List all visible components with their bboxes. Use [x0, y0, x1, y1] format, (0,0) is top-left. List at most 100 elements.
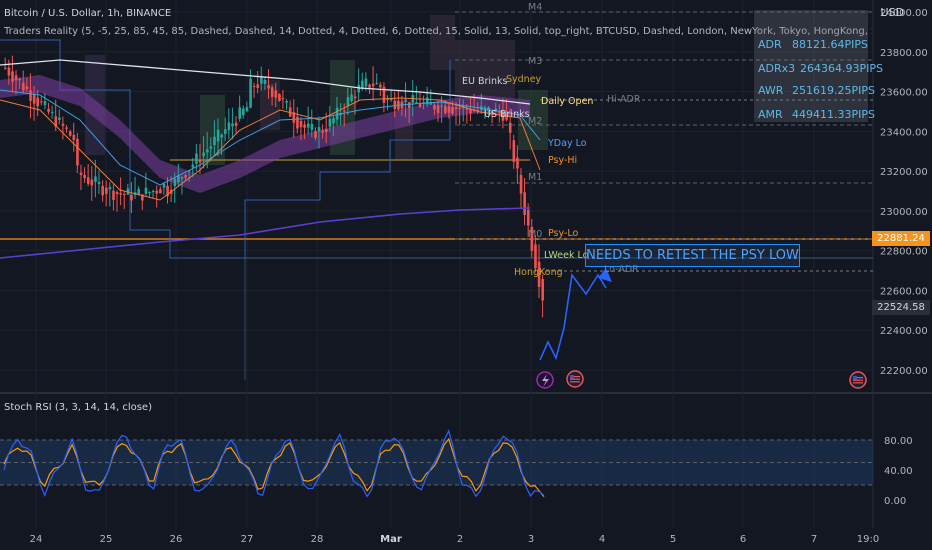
price-tick-label: 23600.00 [880, 88, 928, 99]
candle-body [18, 78, 22, 81]
candle-body [278, 93, 281, 101]
candle-body [508, 122, 512, 133]
candle-body [393, 100, 397, 109]
candle-body [451, 106, 454, 114]
adr-table: ADR 88121.64PIPS ADRx3 264364.93PIPS AWR 25… [754, 10, 883, 122]
time-tick-label: 27 [241, 534, 254, 545]
candle-body [252, 85, 256, 87]
candle-body [415, 102, 418, 104]
candle-body [94, 176, 97, 182]
candle-body [433, 104, 436, 110]
flag-stripe [853, 379, 863, 381]
retest-callout[interactable]: NEEDS TO RETEST THE PSY LOW [585, 244, 800, 267]
candle-body [260, 77, 263, 84]
adrx3-row: ADRx3 264364.93PIPS [758, 62, 883, 75]
candle-body [22, 82, 25, 91]
candle-body [58, 117, 61, 121]
price-tick-label: 22600.00 [880, 286, 928, 297]
candle-body [195, 153, 198, 164]
price-tick-label: 22200.00 [880, 366, 928, 377]
time-tick-label: Mar [380, 534, 402, 545]
candle-body [29, 90, 32, 102]
candle-body [68, 131, 72, 136]
time-tick-label: 7 [811, 534, 817, 545]
candle-body [123, 193, 126, 196]
candle-body [90, 179, 94, 186]
candle-body [321, 130, 324, 133]
price-tick-label: 23400.00 [880, 127, 928, 138]
candle-body [7, 67, 11, 76]
session-box [430, 15, 455, 70]
price-tick-label: 23200.00 [880, 167, 928, 178]
time-tick-label: 5 [670, 534, 676, 545]
candle-body [379, 84, 382, 88]
candle-body [364, 78, 368, 87]
amr-value: 449411.33PIPS [792, 108, 875, 121]
candle-body [227, 122, 231, 131]
candle-body [202, 152, 205, 157]
level-label-psy-hi: Psy-Hi [548, 155, 577, 166]
time-tick-label: 25 [100, 534, 113, 545]
candle-body [249, 78, 252, 108]
level-label-eu-brinks: EU Brinks [462, 76, 508, 87]
candle-body [119, 193, 123, 195]
candle-body [65, 127, 68, 129]
candle-body [386, 99, 389, 101]
candle-body [173, 178, 177, 187]
candle-body [104, 187, 108, 194]
price-tick-label: 22400.00 [880, 326, 928, 337]
candle-body [335, 107, 339, 120]
candle-body [242, 108, 245, 116]
candle-body [512, 140, 516, 162]
candle-body [407, 102, 411, 108]
candle-body [368, 84, 371, 88]
candle-body [162, 183, 166, 188]
candle-body [4, 67, 7, 69]
candle-body [346, 97, 350, 106]
candle-body [274, 90, 278, 98]
candle-body [270, 87, 274, 97]
candle-body [112, 190, 115, 200]
session-box [455, 40, 515, 100]
candle-body [180, 177, 184, 179]
level-label-daily-open: Daily Open [541, 96, 593, 107]
candle-body [220, 134, 223, 138]
time-tick-label: 24 [30, 534, 43, 545]
candle-body [440, 105, 444, 107]
awr-value: 251619.25PIPS [792, 84, 875, 97]
candle-body [245, 107, 249, 112]
flag-canton [853, 376, 857, 380]
candle-body [32, 93, 36, 104]
level-label-lweek-lo: LWeek Lo [544, 250, 589, 261]
candle-body [155, 190, 159, 194]
candle-body [47, 108, 50, 112]
candle-body [36, 97, 40, 107]
candle-body [40, 101, 43, 103]
candle-body [86, 177, 90, 184]
level-label-sydney: Sydney [506, 74, 542, 85]
stoch-title[interactable]: Stoch RSI (3, 3, 14, 14, close) [4, 402, 152, 413]
candle-body [375, 82, 379, 84]
last-price-label: 22524.58 [872, 300, 930, 315]
level-label-psy-lo: Psy-Lo [548, 228, 579, 239]
candle-body [303, 124, 306, 128]
time-tick-label: 3 [528, 534, 534, 545]
candle-body [534, 244, 537, 269]
awr-row: AWR 251619.25PIPS [758, 84, 875, 97]
candle-body [519, 174, 523, 194]
level-label-hongkong: HongKong [514, 267, 563, 278]
candle-body [267, 85, 270, 89]
candle-body [314, 131, 317, 138]
indicator-title[interactable]: Traders Reality (5, -5, 25, 85, 45, 85, … [4, 26, 872, 37]
candle-body [306, 123, 310, 128]
time-tick-label: 26 [170, 534, 183, 545]
candle-body [526, 209, 530, 226]
candle-body [50, 111, 54, 113]
candle-body [541, 279, 544, 301]
amr-label: AMR [758, 108, 783, 121]
flag-stripe [570, 378, 580, 380]
candle-body [198, 159, 202, 163]
candle-body [332, 118, 335, 124]
candle-body [148, 192, 151, 194]
price-tick-label: 23000.00 [880, 207, 928, 218]
